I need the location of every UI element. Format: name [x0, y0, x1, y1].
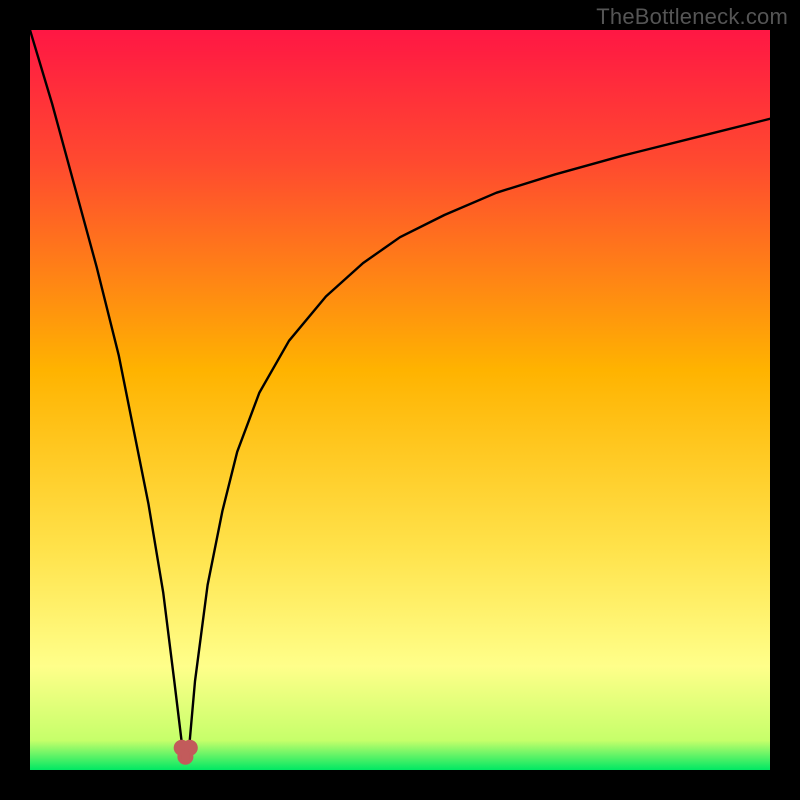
- chart-svg: [30, 30, 770, 770]
- gradient-background: [30, 30, 770, 770]
- chart-frame: TheBottleneck.com: [0, 0, 800, 800]
- watermark-text: TheBottleneck.com: [596, 4, 788, 30]
- plot-area: [30, 30, 770, 770]
- min-marker-bridge: [182, 751, 190, 763]
